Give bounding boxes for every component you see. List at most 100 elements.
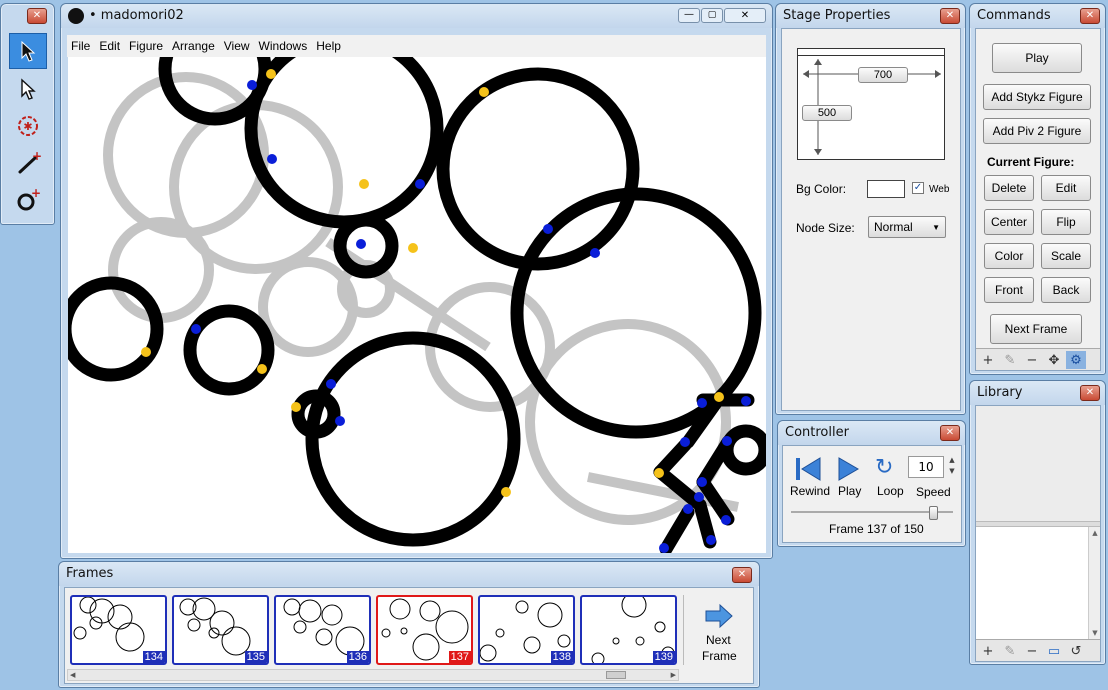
close-icon[interactable]: ✕ (1080, 8, 1100, 24)
node-size-value: Normal (874, 220, 913, 234)
select-arrow-icon[interactable] (9, 33, 47, 69)
add-icon[interactable]: + (978, 351, 998, 369)
main-titlebar: • madomori02 (61, 4, 772, 28)
circle-joint-tool-icon[interactable]: ✱ (9, 108, 47, 144)
speed-up-icon[interactable]: ▲ (946, 456, 958, 467)
controller-play-button[interactable]: Play (831, 455, 865, 499)
add-piv2-figure-button[interactable]: Add Piv 2 Figure (983, 118, 1091, 144)
frame-thumb-135[interactable]: 135 (172, 595, 269, 665)
close-icon[interactable]: ✕ (940, 8, 960, 24)
back-button[interactable]: Back (1041, 277, 1091, 303)
front-button[interactable]: Front (984, 277, 1034, 303)
loop-button[interactable]: ↻ Loop (871, 455, 905, 499)
add-stykz-figure-button[interactable]: Add Stykz Figure (983, 84, 1091, 110)
stage-size-diagram: 700 500 (797, 48, 945, 160)
node-size-label: Node Size: (796, 221, 855, 235)
scale-button[interactable]: Scale (1041, 243, 1091, 269)
frame-thumb-134[interactable]: 134 (70, 595, 167, 665)
close-icon[interactable]: ✕ (732, 567, 752, 583)
commands-panel: Commands ✕ Play Add Stykz Figure Add Piv… (969, 3, 1106, 375)
stage-properties-titlebar: Stage Properties (776, 4, 965, 28)
node-size-select[interactable]: Normal ▼ (868, 216, 946, 238)
stage-canvas[interactable] (68, 57, 766, 553)
commands-title: Commands (977, 8, 1051, 23)
current-figure-label: Current Figure: (987, 155, 1075, 169)
stage-width-field[interactable]: 700 (858, 67, 908, 83)
refresh-icon[interactable]: ↺ (1066, 642, 1086, 660)
menu-view[interactable]: View (220, 39, 254, 53)
svg-text:✱: ✱ (23, 120, 32, 133)
library-list[interactable] (976, 527, 1088, 639)
scroll-left-icon[interactable]: ◀ (70, 670, 75, 680)
library-body: ▲ ▼ + ✎ − ▭ ↺ (975, 405, 1101, 662)
library-preview (976, 406, 1100, 521)
frame-slider[interactable] (791, 506, 953, 520)
minus-icon[interactable]: − (1022, 642, 1042, 660)
frame-slider-thumb[interactable] (929, 506, 938, 520)
minimize-button[interactable]: — (678, 8, 700, 23)
speed-stepper[interactable]: 10 ▲ ▼ (908, 456, 958, 480)
maximize-button[interactable]: ▢ (701, 8, 723, 23)
close-button[interactable]: ✕ (724, 8, 766, 23)
web-checkbox[interactable]: ✓ (912, 182, 924, 194)
folder-icon[interactable]: ▭ (1044, 642, 1064, 660)
speed-value: 10 (908, 456, 944, 478)
frame-number: 134 (142, 651, 165, 663)
close-icon[interactable]: ✕ (27, 8, 47, 24)
speed-label: Speed (916, 485, 951, 499)
loop-icon: ↻ (875, 455, 894, 480)
frames-panel: Frames ✕ 134 135 136 137 138 139 Next Fr… (58, 561, 760, 688)
menu-help[interactable]: Help (312, 39, 345, 53)
menu-file[interactable]: File (67, 39, 94, 53)
color-button[interactable]: Color (984, 243, 1034, 269)
menu-windows[interactable]: Windows (255, 39, 312, 53)
center-button[interactable]: Center (984, 209, 1034, 235)
scroll-thumb[interactable] (606, 671, 626, 679)
pencil-icon[interactable]: ✎ (1000, 642, 1020, 660)
add-circle-tool-icon[interactable]: + (9, 182, 47, 218)
add-icon[interactable]: + (978, 642, 998, 660)
frame-thumb-139[interactable]: 139 (580, 595, 677, 665)
close-icon[interactable]: ✕ (940, 425, 960, 441)
frame-counter: Frame 137 of 150 (829, 522, 924, 536)
bg-color-swatch[interactable] (867, 180, 905, 198)
frame-number: 137 (448, 651, 471, 663)
frames-scrollbar[interactable]: ◀ ▶ (67, 669, 679, 681)
web-label: Web (929, 184, 950, 195)
stage-properties-body: 700 500 Bg Color: ✓ Web Node Size: Norma… (781, 28, 961, 411)
stage-properties-panel: Stage Properties ✕ 700 500 Bg Color: ✓ W… (775, 3, 966, 415)
pencil-icon[interactable]: ✎ (1000, 351, 1020, 369)
stage-properties-title: Stage Properties (783, 8, 891, 23)
next-frame-thumb-button[interactable]: Next Frame (683, 595, 753, 665)
next-frame-button[interactable]: Next Frame (990, 314, 1082, 344)
library-panel: Library ✕ ▲ ▼ + ✎ − ▭ ↺ (969, 380, 1106, 665)
frame-thumb-138[interactable]: 138 (478, 595, 575, 665)
node-select-arrow-icon[interactable] (9, 71, 47, 107)
chevron-down-icon: ▼ (932, 222, 940, 232)
delete-button[interactable]: Delete (984, 175, 1034, 201)
menu-bar: File Edit Figure Arrange View Windows He… (67, 35, 766, 57)
frame-thumb-137[interactable]: 137 (376, 595, 473, 665)
add-line-tool-icon[interactable]: + (9, 145, 47, 181)
frame-thumb-136[interactable]: 136 (274, 595, 371, 665)
close-icon[interactable]: ✕ (1080, 385, 1100, 401)
library-scrollbar[interactable]: ▲ ▼ (1088, 527, 1100, 639)
stage-height-field[interactable]: 500 (802, 105, 852, 121)
rewind-label: Rewind (790, 484, 831, 498)
move-icon[interactable]: ✥ (1044, 351, 1064, 369)
menu-edit[interactable]: Edit (95, 39, 124, 53)
scroll-right-icon[interactable]: ▶ (671, 670, 676, 680)
commands-toolbar: + ✎ − ✥ ⚙ (976, 348, 1100, 370)
rewind-button[interactable]: Rewind (790, 455, 830, 499)
play-button[interactable]: Play (992, 43, 1082, 73)
gear-icon[interactable]: ⚙ (1066, 351, 1086, 369)
minus-icon[interactable]: − (1022, 351, 1042, 369)
speed-down-icon[interactable]: ▼ (946, 467, 958, 478)
edit-button[interactable]: Edit (1041, 175, 1091, 201)
flip-button[interactable]: Flip (1041, 209, 1091, 235)
menu-figure[interactable]: Figure (125, 39, 167, 53)
window-title: • madomori02 (89, 8, 184, 23)
frame-number: 139 (652, 651, 675, 663)
svg-text:+: + (31, 187, 41, 200)
menu-arrange[interactable]: Arrange (168, 39, 219, 53)
